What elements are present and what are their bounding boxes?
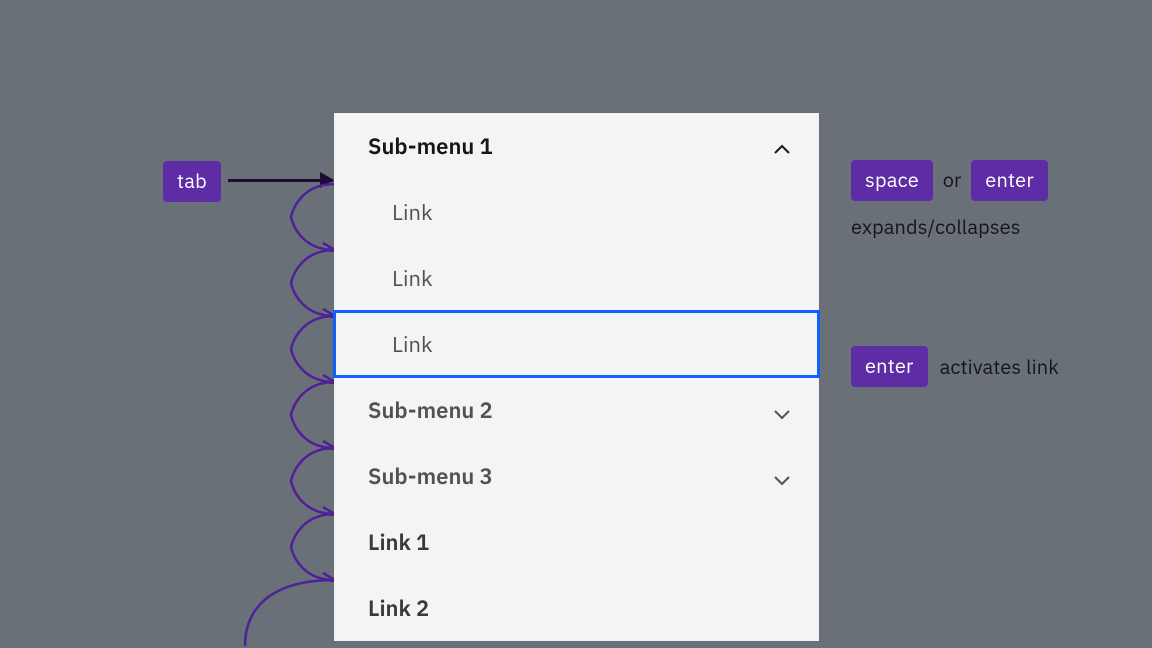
enter-key-badge: enter [971,160,1048,201]
link-2-label: Link 2 [368,594,429,623]
expand-description: expands/collapses [851,213,1048,240]
link-label: Link [392,330,433,359]
treeview-panel: Sub-menu 1 Link Link Link Sub-menu 2 Sub… [334,113,819,641]
link-annotation: enter activates link [851,346,1059,387]
submenu-1-link-focused[interactable]: Link [334,311,819,377]
submenu-2-header[interactable]: Sub-menu 2 [334,377,819,443]
submenu-1-header[interactable]: Sub-menu 1 [334,113,819,179]
or-text: or [943,166,962,193]
link-1-label: Link 1 [368,528,429,557]
submenu-1-label: Sub-menu 1 [368,132,493,161]
link-2-row[interactable]: Link 2 [334,575,819,641]
submenu-1-link[interactable]: Link [334,245,819,311]
space-key-badge: space [851,160,933,201]
tab-key-badge: tab [163,161,221,202]
enter-key-badge: enter [851,346,928,387]
submenu-2-label: Sub-menu 2 [368,396,493,425]
link-label: Link [392,198,433,227]
chevron-up-icon [773,137,791,155]
loop-arrow-icon [240,578,347,648]
link-1-row[interactable]: Link 1 [334,509,819,575]
link-description: activates link [940,353,1059,380]
chevron-down-icon [773,401,791,419]
link-label: Link [392,264,433,293]
expand-annotation: space or enter expands/collapses [851,160,1048,240]
submenu-3-header[interactable]: Sub-menu 3 [334,443,819,509]
submenu-1-link[interactable]: Link [334,179,819,245]
submenu-3-label: Sub-menu 3 [368,462,493,491]
chevron-down-icon [773,467,791,485]
